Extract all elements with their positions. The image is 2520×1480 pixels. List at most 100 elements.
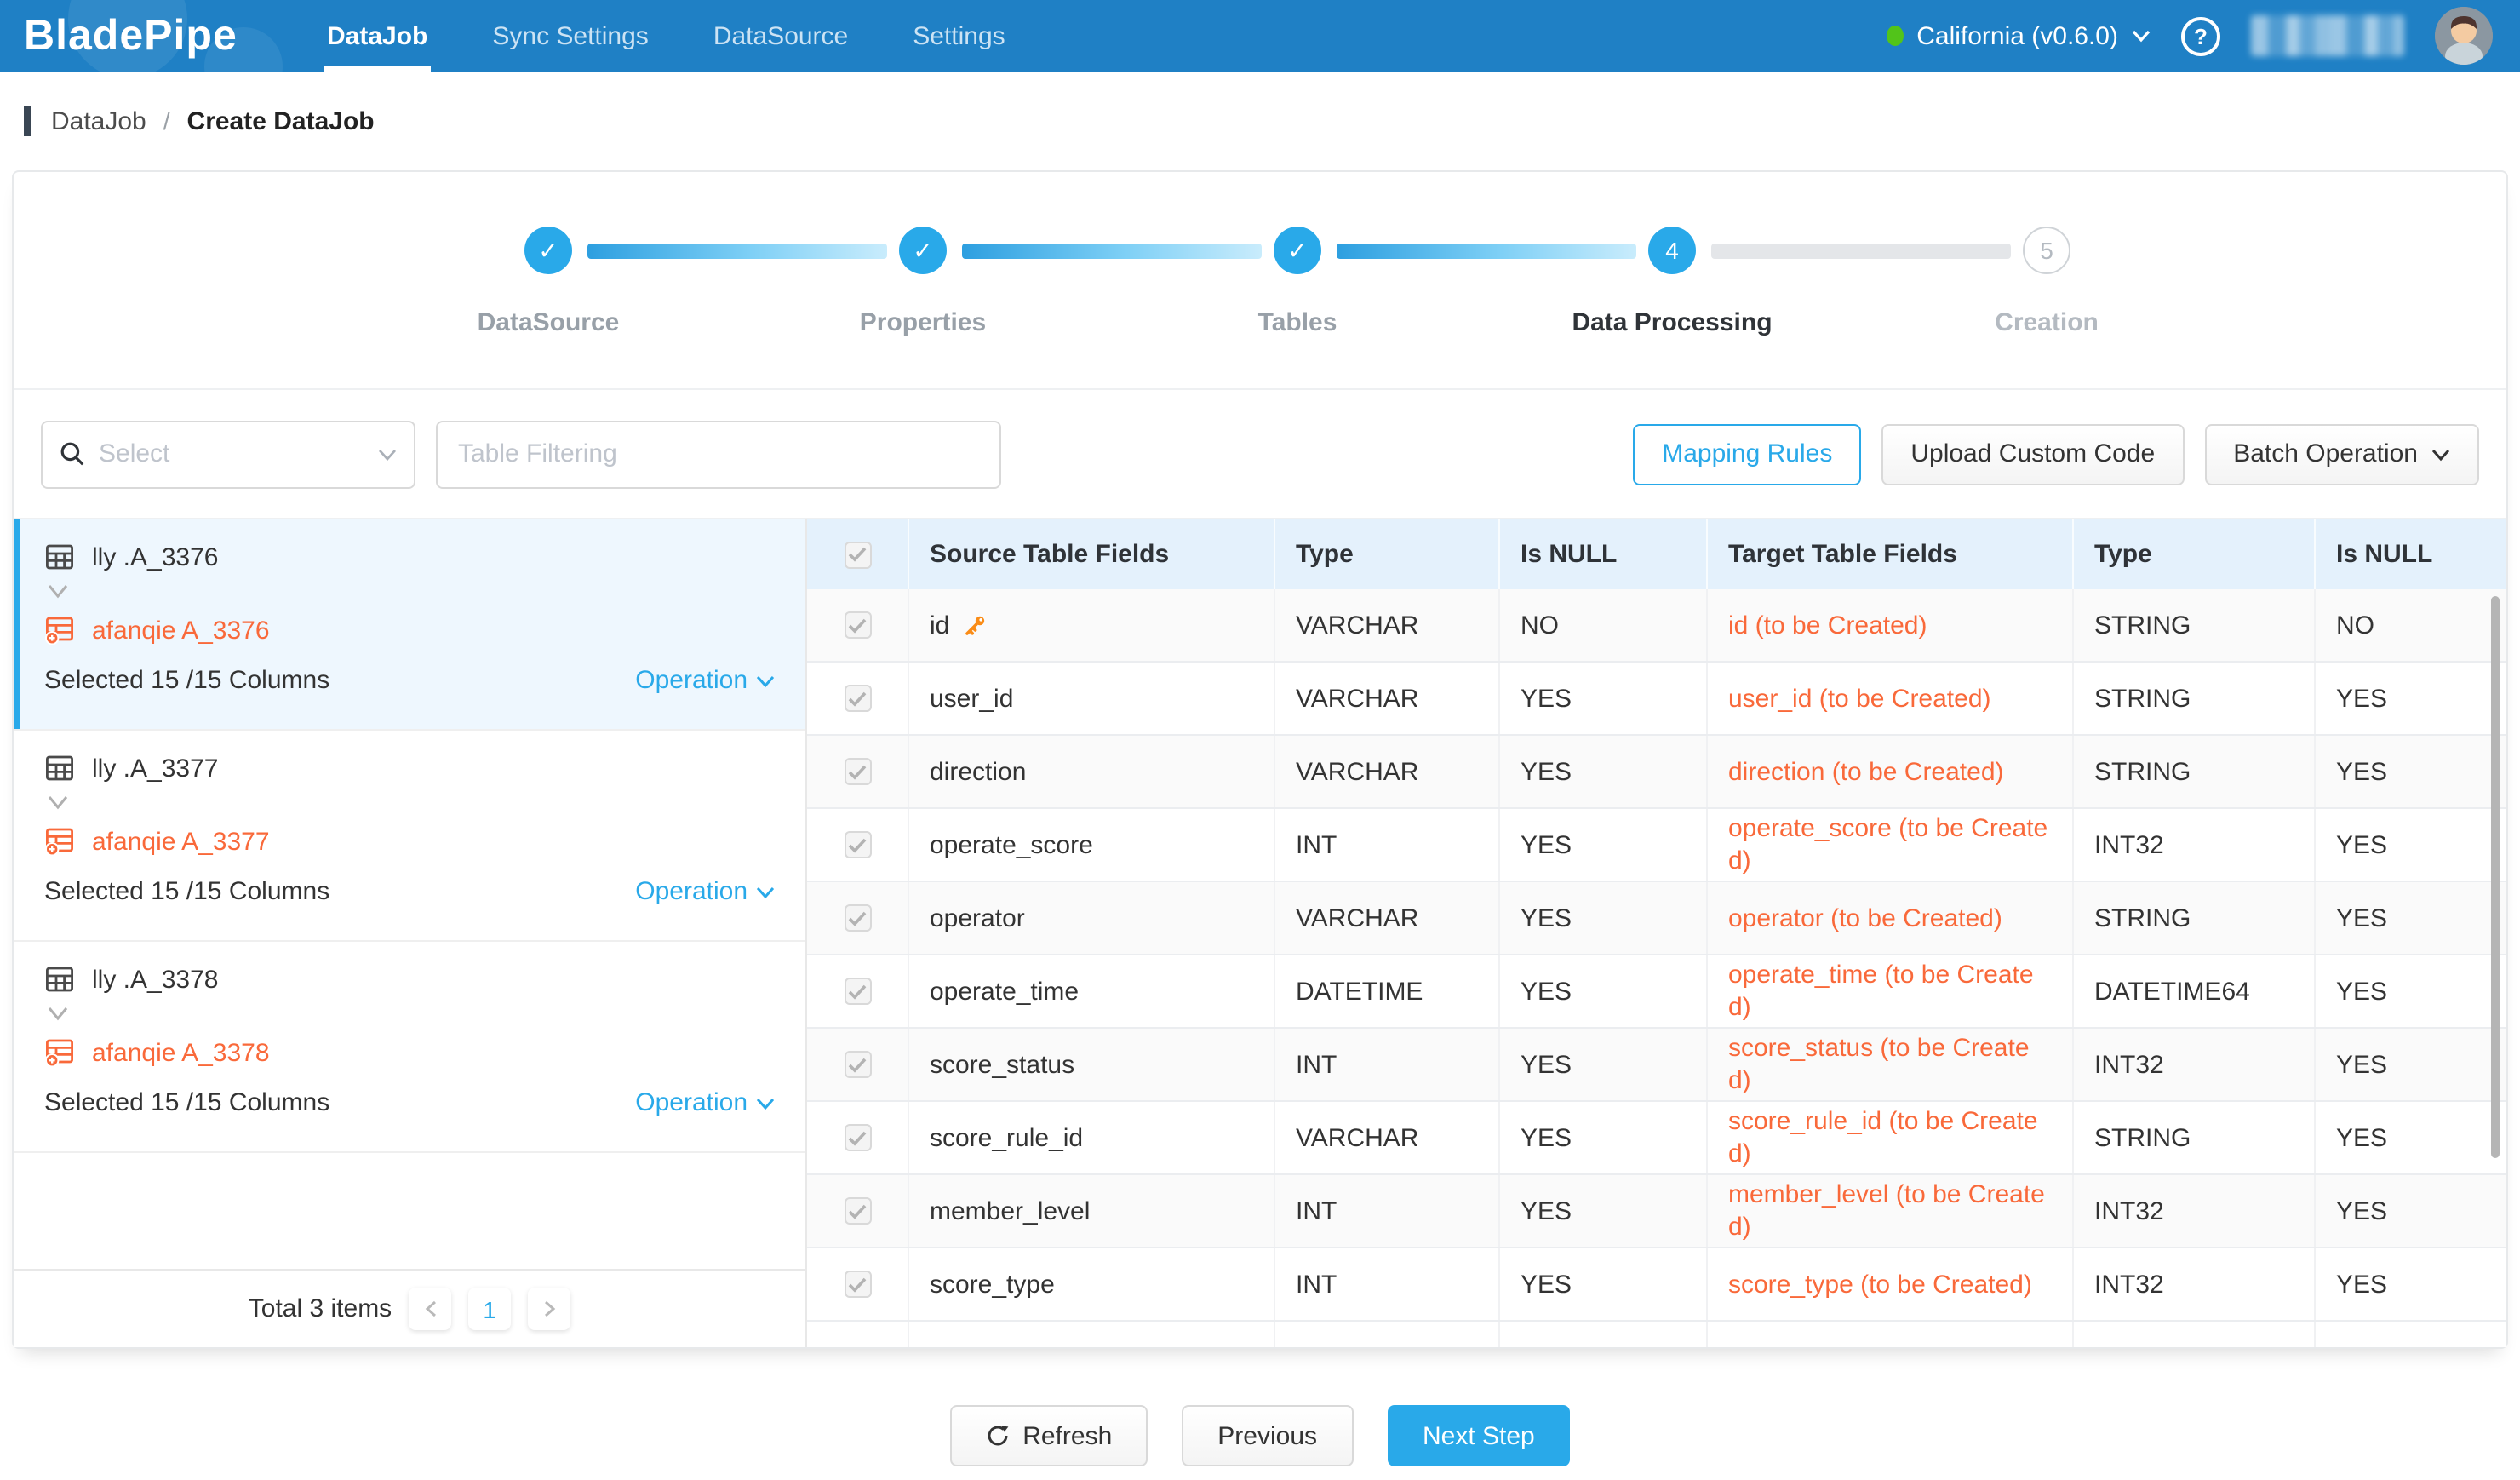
table-filtering-input[interactable]	[436, 420, 1001, 488]
item-meta-row: Selected 15 /15 Columns Operation	[44, 1088, 775, 1117]
table-mapping-item[interactable]: lly .A_3378 afanqie A_3378 Selected 15 /…	[14, 942, 805, 1153]
filter-select[interactable]	[41, 420, 415, 488]
wizard-step: 5 Creation	[1859, 172, 2234, 390]
checkbox-checked-disabled[interactable]	[844, 978, 871, 1005]
avatar[interactable]	[2435, 7, 2493, 65]
previous-button[interactable]: Previous	[1182, 1405, 1353, 1466]
target-isnull-cell: NO	[2316, 589, 2506, 661]
target-field-cell: score_status (to be Created)	[1708, 1029, 2074, 1100]
row-checkbox-cell	[807, 663, 909, 734]
checkbox-checked-disabled[interactable]	[844, 1271, 871, 1298]
table-row: score_type INT YES score_type (to be Cre…	[807, 1248, 2506, 1322]
nav-tab-label: DataJob	[327, 21, 427, 50]
checkbox-checked-disabled[interactable]	[844, 1124, 871, 1151]
next-step-button[interactable]: Next Step	[1387, 1405, 1571, 1466]
target-isnull-cell: YES	[2316, 736, 2506, 807]
source-field-cell: user_id	[909, 663, 1275, 734]
target-type-cell: STRING	[2074, 663, 2316, 734]
chevron-left-icon	[423, 1299, 437, 1318]
page-number-button[interactable]: 1	[468, 1288, 511, 1330]
mapping-arrow[interactable]	[46, 582, 775, 606]
breadcrumb-separator: /	[163, 107, 170, 135]
nav-tab-label: Settings	[913, 21, 1005, 50]
col-header-source-field: Source Table Fields	[909, 519, 1275, 589]
checkbox-checked-disabled[interactable]	[844, 611, 871, 639]
table-icon	[44, 542, 75, 572]
table-mapping-item[interactable]: lly .A_3377 afanqie A_3377 Selected 15 /…	[14, 731, 805, 942]
target-isnull-cell: YES	[2316, 809, 2506, 881]
top-nav-bar: BladePipe DataJob Sync Settings DataSour…	[0, 0, 2520, 72]
upload-custom-code-button[interactable]: Upload Custom Code	[1881, 423, 2184, 485]
step-circle: ✓	[899, 227, 947, 274]
avatar-image	[2435, 7, 2493, 65]
source-type-cell: INT	[1275, 1175, 1500, 1247]
step-glyph: 4	[1665, 237, 1679, 264]
checkbox-checked-disabled[interactable]	[844, 685, 871, 712]
source-type-cell: VARCHAR	[1275, 736, 1500, 807]
target-type-cell: STRING	[2074, 736, 2316, 807]
username-blurred	[2251, 15, 2404, 56]
nav-tab[interactable]: Settings	[913, 0, 1005, 72]
checkbox-checked-disabled[interactable]	[844, 758, 871, 785]
target-type-cell: INT32	[2074, 809, 2316, 881]
main-nav: DataJob Sync Settings DataSource Setting…	[327, 0, 1070, 72]
target-field-cell: operator (to be Created)	[1708, 882, 2074, 954]
table-list-panel: lly .A_3376 afanqie A_3376 Selected 15 /…	[14, 519, 807, 1347]
operation-dropdown[interactable]: Operation	[635, 666, 775, 695]
table-mapping-item[interactable]: lly .A_3376 afanqie A_3376 Selected 15 /…	[14, 519, 805, 731]
wizard-stepper: ✓ DataSource ✓ Properties	[361, 172, 2234, 390]
col-header-source-isnull: Is NULL	[1500, 519, 1708, 589]
source-table-row: lly .A_3376	[44, 542, 775, 572]
source-isnull-cell: NO	[1500, 589, 1708, 661]
wizard-steps-section: ✓ DataSource ✓ Properties	[14, 172, 2506, 390]
environment-selector[interactable]: California (v0.6.0)	[1886, 21, 2151, 50]
source-field-cell: operate_time	[909, 955, 1275, 1027]
mapping-arrow[interactable]	[46, 794, 775, 817]
source-field-cell: score_type	[909, 1248, 1275, 1320]
col-header-target-isnull: Is NULL	[2316, 519, 2506, 589]
source-table-row: lly .A_3377	[44, 753, 775, 783]
check-icon	[848, 984, 867, 999]
target-table-row: afanqie A_3376	[44, 615, 775, 645]
operation-dropdown[interactable]: Operation	[635, 1088, 775, 1117]
table-row: member_level INT YES member_level (to be…	[807, 1175, 2506, 1248]
nav-tab[interactable]: DataSource	[713, 0, 848, 72]
vertical-scrollbar[interactable]	[2491, 596, 2500, 1158]
mapping-arrow[interactable]	[46, 1005, 775, 1029]
brand-logo[interactable]: BladePipe	[24, 11, 327, 60]
breadcrumb-parent[interactable]: DataJob	[51, 106, 146, 135]
help-icon[interactable]: ?	[2181, 16, 2220, 55]
check-icon	[848, 617, 867, 633]
source-type-cell: INT	[1275, 809, 1500, 881]
checkbox-checked-disabled[interactable]	[844, 1197, 871, 1225]
chevron-down-icon	[756, 1096, 775, 1110]
batch-operation-button[interactable]: Batch Operation	[2204, 423, 2479, 485]
nav-tab[interactable]: DataJob	[327, 0, 427, 72]
checkbox-checked-disabled[interactable]	[844, 1051, 871, 1078]
source-isnull-cell: YES	[1500, 882, 1708, 954]
checkbox-checked-disabled[interactable]	[844, 831, 871, 858]
filter-toolbar: Mapping Rules Upload Custom Code Batch O…	[14, 390, 2506, 519]
checkbox-checked-disabled[interactable]	[844, 904, 871, 932]
source-field-cell: score_status	[909, 1029, 1275, 1100]
search-icon	[60, 441, 85, 467]
next-page-button[interactable]	[528, 1288, 570, 1330]
checkbox-checked-disabled[interactable]	[844, 541, 871, 568]
step-label: Data Processing	[1485, 308, 1859, 337]
wizard-step: 4 Data Processing	[1485, 172, 1859, 390]
col-header-target-field: Target Table Fields	[1708, 519, 2074, 589]
table-row: operate_score INT YES operate_score (to …	[807, 809, 2506, 882]
nav-tab-label: DataSource	[713, 21, 848, 50]
operation-dropdown[interactable]: Operation	[635, 877, 775, 906]
nav-tab[interactable]: Sync Settings	[492, 0, 648, 72]
prev-page-button[interactable]	[409, 1288, 451, 1330]
refresh-button[interactable]: Refresh	[949, 1405, 1148, 1466]
source-isnull-cell: YES	[1500, 1102, 1708, 1173]
source-type-cell: INT	[1275, 1248, 1500, 1320]
row-checkbox-cell	[807, 1029, 909, 1100]
mapping-rules-button[interactable]: Mapping Rules	[1633, 423, 1861, 485]
filter-select-input[interactable]	[99, 439, 364, 468]
source-table-row: lly .A_3378	[44, 964, 775, 995]
selected-columns-text: Selected 15 /15 Columns	[44, 666, 329, 695]
source-field-cell: operate_score	[909, 809, 1275, 881]
